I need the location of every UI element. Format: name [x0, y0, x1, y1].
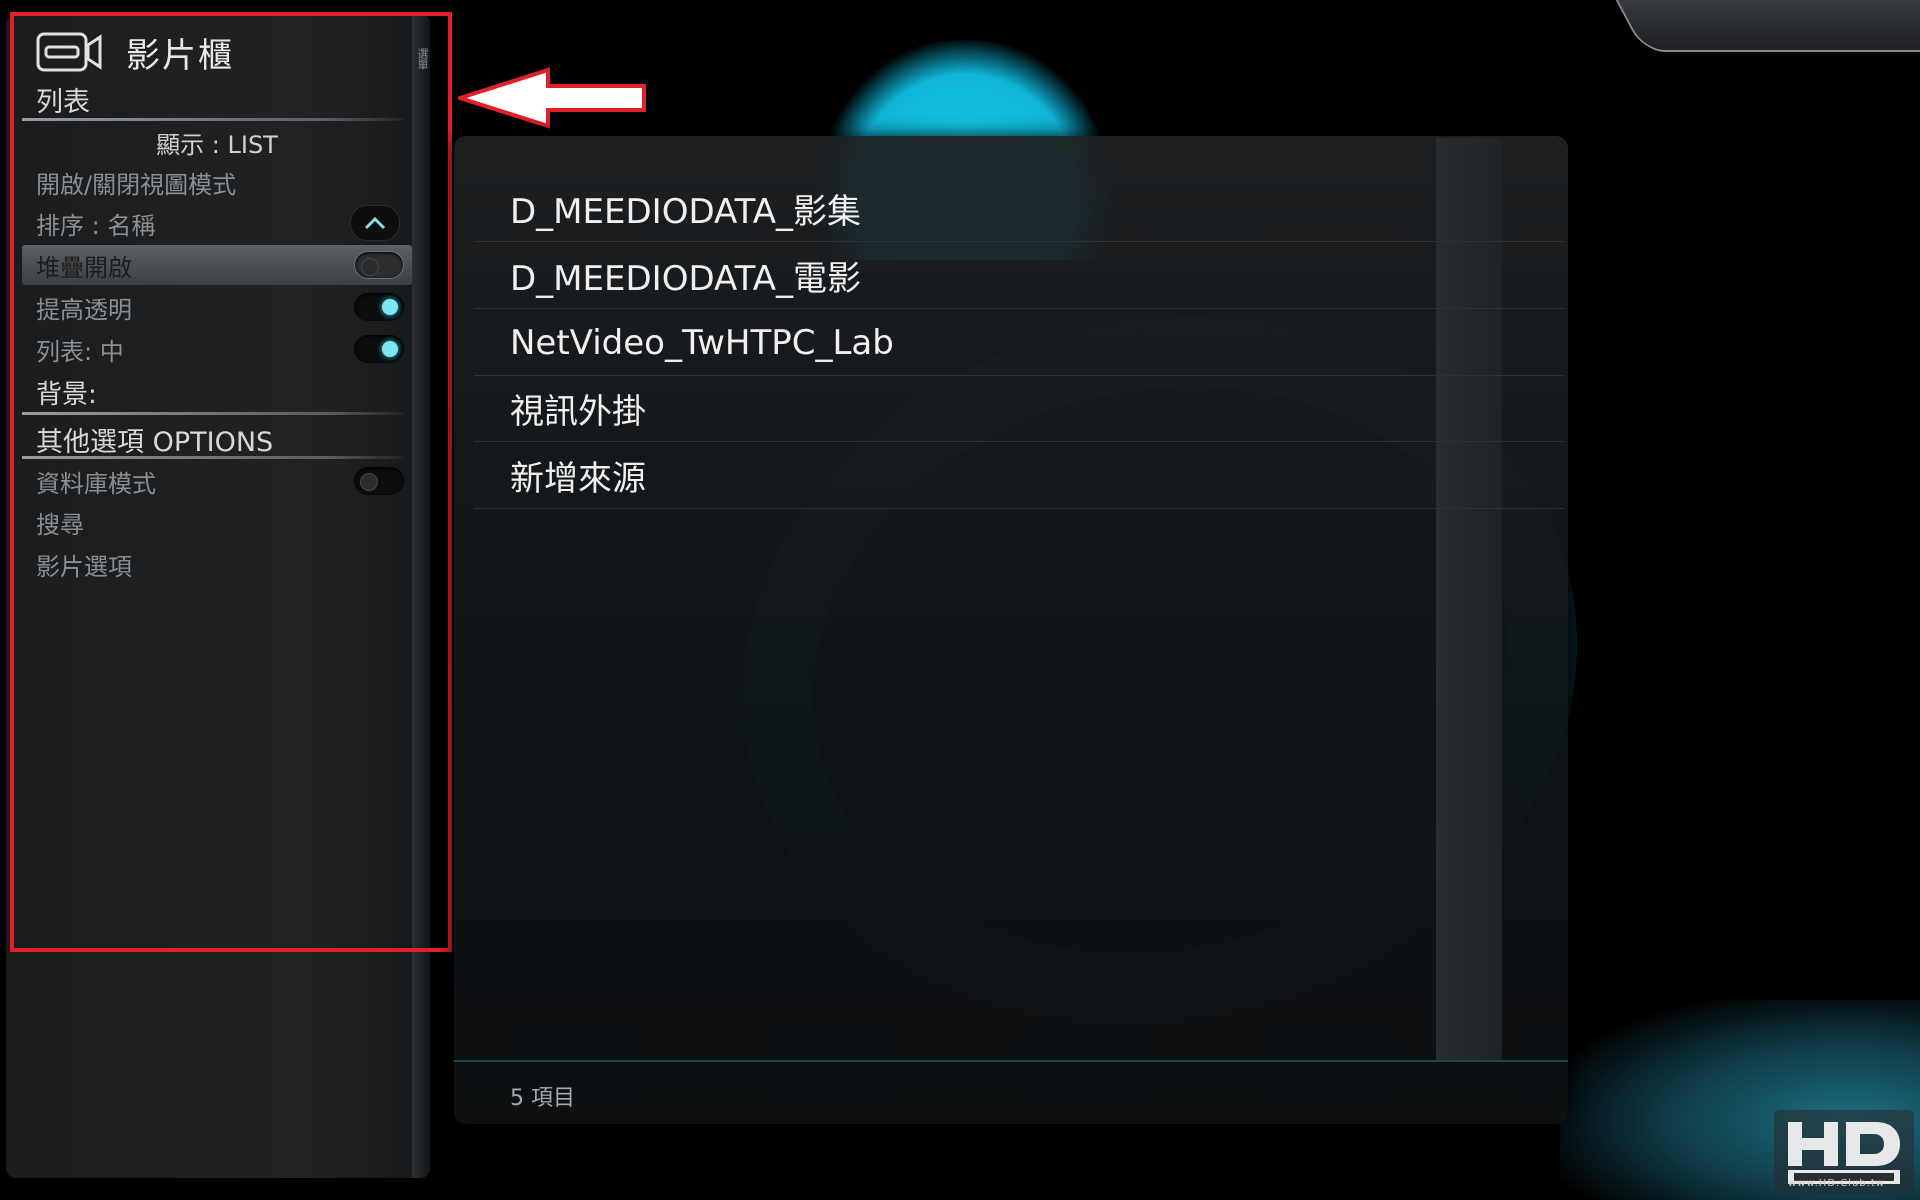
list-item[interactable]: D_MEEDIODATA_影集	[474, 176, 1564, 242]
list-item[interactable]: 視訊外掛	[474, 376, 1564, 442]
annotation-arrow-icon	[458, 67, 646, 129]
list-item[interactable]: 新增來源	[474, 443, 1564, 509]
annotation-highlight-box	[10, 12, 452, 952]
item-count: 5 項目	[510, 1086, 575, 1111]
media-center-screen: 選單 影片櫃 列表 顯示 : LIST 開啟/關閉視圖模式 排序 : 名稱 堆疊…	[0, 0, 1920, 1200]
list-item[interactable]: D_MEEDIODATA_電影	[474, 243, 1564, 309]
list-item[interactable]: NetVideo_TwHTPC_Lab	[474, 310, 1564, 376]
logo-url: www.HD.Club.tw	[1788, 1178, 1885, 1189]
footer-divider	[454, 1060, 1568, 1062]
top-right-tab[interactable]	[1612, 0, 1920, 52]
